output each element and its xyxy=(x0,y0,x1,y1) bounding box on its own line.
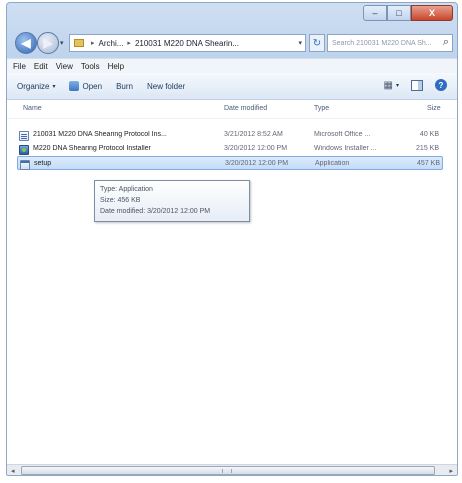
refresh-button[interactable]: ↻ xyxy=(309,34,325,52)
back-arrow-icon: ◀ xyxy=(21,36,31,50)
search-input[interactable]: Search 210031 M220 DNA Sh... ⌕ xyxy=(327,34,453,52)
breadcrumb-item[interactable]: Archi... xyxy=(99,39,124,48)
new-folder-label: New folder xyxy=(146,81,186,91)
address-bar[interactable]: ▸ Archi... ▸ 210031 M220 DNA Shearin... … xyxy=(69,34,306,52)
tooltip-size: Size: 456 KB xyxy=(100,197,141,204)
chevron-down-icon: ▾ xyxy=(52,83,56,90)
word-doc-icon xyxy=(19,131,29,141)
back-button[interactable]: ◀ xyxy=(15,32,37,54)
organize-label: Organize xyxy=(17,81,50,91)
open-label: Open xyxy=(82,81,103,91)
toolbar-right: ▦ ▾ ? xyxy=(384,79,447,91)
menu-tools[interactable]: Tools xyxy=(81,62,100,71)
tooltip-date: Date modified: 3/20/2012 12:00 PM xyxy=(100,208,211,215)
column-header-type[interactable]: Type xyxy=(314,105,329,112)
file-type: Microsoft Office ... xyxy=(314,131,371,138)
file-size: 215 KB xyxy=(416,145,439,152)
file-name: setup xyxy=(34,160,52,167)
menu-file[interactable]: File xyxy=(13,62,26,71)
file-name: 210031 M220 DNA Shearing Protocol Ins... xyxy=(33,131,167,138)
scroll-thumb[interactable] xyxy=(21,466,435,475)
search-placeholder: Search 210031 M220 DNA Sh... xyxy=(332,39,432,47)
file-size: 40 KB xyxy=(419,131,439,138)
navigation-bar: ◀ ▶ ▾ ▸ Archi... ▸ 210031 M220 DNA Shear… xyxy=(7,31,457,57)
column-headers: Name Date modified Type Size xyxy=(7,100,457,119)
forward-arrow-icon: ▶ xyxy=(43,36,53,50)
command-bar: Organize ▾ Open Burn New folder ▦ ▾ ? xyxy=(7,73,457,100)
file-date: 3/20/2012 12:00 PM xyxy=(225,160,289,167)
file-date: 3/21/2012 8:52 AM xyxy=(224,131,283,138)
file-name: M220 DNA Shearing Protocol Installer xyxy=(33,145,151,152)
column-header-name[interactable]: Name xyxy=(23,105,42,112)
views-icon[interactable]: ▦ xyxy=(384,80,393,91)
search-icon[interactable]: ⌕ xyxy=(443,36,449,49)
explorer-window: – □ X ◀ ▶ ▾ ▸ Archi... ▸ 210031 M220 DNA… xyxy=(6,2,458,476)
open-icon xyxy=(69,81,80,91)
file-size: 457 KB xyxy=(417,160,440,167)
new-folder-button[interactable]: New folder xyxy=(147,82,185,91)
breadcrumb-separator[interactable]: ▸ xyxy=(91,39,95,47)
folder-icon xyxy=(74,39,84,47)
views-chevron-icon[interactable]: ▾ xyxy=(396,82,399,89)
help-icon[interactable]: ? xyxy=(435,79,447,91)
open-button[interactable]: Open xyxy=(69,81,102,91)
file-type: Windows Installer ... xyxy=(314,145,377,152)
file-type: Application xyxy=(315,160,350,167)
forward-button[interactable]: ▶ xyxy=(37,32,59,54)
file-row-selected[interactable]: setup 3/20/2012 12:00 PM Application 457… xyxy=(17,156,443,170)
refresh-icon: ↻ xyxy=(312,37,322,49)
maximize-button[interactable]: □ xyxy=(387,5,411,21)
scroll-right-icon[interactable]: ▸ xyxy=(449,467,453,475)
menu-help[interactable]: Help xyxy=(108,62,124,71)
window-controls: – □ X xyxy=(363,5,453,21)
column-header-date[interactable]: Date modified xyxy=(224,105,267,112)
burn-label: Burn xyxy=(116,81,133,91)
recent-pages-button[interactable]: ▾ xyxy=(60,39,64,47)
scroll-left-icon[interactable]: ◂ xyxy=(11,467,15,475)
minimize-button[interactable]: – xyxy=(363,5,387,21)
breadcrumb-separator[interactable]: ▸ xyxy=(127,39,131,47)
title-bar: – □ X xyxy=(7,3,457,29)
burn-button[interactable]: Burn xyxy=(116,82,133,91)
file-row[interactable]: 210031 M220 DNA Shearing Protocol Ins...… xyxy=(17,128,443,142)
column-header-size[interactable]: Size xyxy=(427,105,441,112)
installer-icon xyxy=(19,145,29,155)
application-icon xyxy=(20,160,30,170)
file-date: 3/20/2012 12:00 PM xyxy=(224,145,288,152)
file-tooltip: Type: Application Size: 456 KB Date modi… xyxy=(94,180,250,222)
horizontal-scrollbar[interactable]: ◂ ▸ xyxy=(7,464,457,475)
menu-edit[interactable]: Edit xyxy=(34,62,48,71)
file-list: Name Date modified Type Size 210031 M220… xyxy=(7,100,457,464)
address-dropdown-icon[interactable]: ▾ xyxy=(298,39,302,47)
preview-pane-icon[interactable] xyxy=(411,79,423,91)
breadcrumb-item[interactable]: 210031 M220 DNA Shearin... xyxy=(135,39,239,48)
scroll-grip xyxy=(222,469,232,473)
menu-view[interactable]: View xyxy=(56,62,73,71)
tooltip-type: Type: Application xyxy=(100,186,153,193)
file-row[interactable]: M220 DNA Shearing Protocol Installer 3/2… xyxy=(17,142,443,156)
menu-bar: File Edit View Tools Help xyxy=(7,58,457,74)
close-button[interactable]: X xyxy=(411,5,453,21)
organize-button[interactable]: Organize ▾ xyxy=(17,82,55,91)
